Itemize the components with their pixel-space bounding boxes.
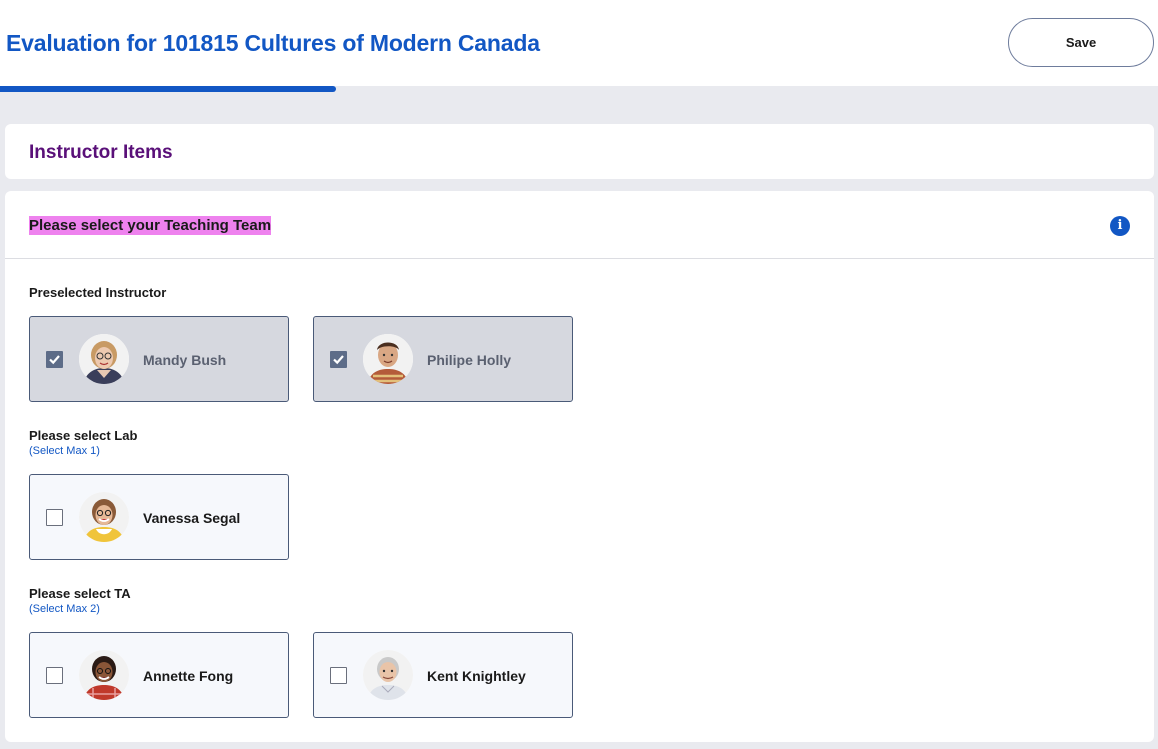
checkbox-checked[interactable] xyxy=(330,351,347,368)
person-name: Kent Knightley xyxy=(427,668,526,684)
person-name: Vanessa Segal xyxy=(143,510,241,526)
check-icon xyxy=(333,355,344,365)
page-header: Evaluation for 101815 Cultures of Modern… xyxy=(0,0,1158,86)
progress-bar xyxy=(0,86,1158,92)
group-hint-ta: (Select Max 2) xyxy=(29,603,100,615)
group-label-preselected-instructor: Preselected Instructor xyxy=(29,285,167,300)
check-icon xyxy=(49,355,60,365)
person-card-vanessa-segal[interactable]: Vanessa Segal xyxy=(29,474,289,560)
avatar xyxy=(363,650,413,700)
avatar xyxy=(79,650,129,700)
avatar xyxy=(363,334,413,384)
section-title: Instructor Items xyxy=(29,142,173,163)
person-name: Annette Fong xyxy=(143,668,234,684)
page-title: Evaluation for 101815 Cultures of Modern… xyxy=(6,30,540,56)
question-title: Please select your Teaching Team xyxy=(29,216,272,235)
divider xyxy=(5,258,1154,259)
group-label-ta: Please select TA xyxy=(29,586,131,601)
person-card-mandy-bush[interactable]: Mandy Bush xyxy=(29,316,289,402)
person-card-annette-fong[interactable]: Annette Fong xyxy=(29,632,289,718)
checkbox-unchecked[interactable] xyxy=(330,667,347,684)
person-card-philipe-holly[interactable]: Philipe Holly xyxy=(313,316,573,402)
checkbox-unchecked[interactable] xyxy=(46,509,63,526)
person-card-kent-knightley[interactable]: Kent Knightley xyxy=(313,632,573,718)
person-name: Philipe Holly xyxy=(427,352,512,368)
group-hint-lab: (Select Max 1) xyxy=(29,445,100,457)
avatar xyxy=(79,334,129,384)
person-name: Mandy Bush xyxy=(143,352,227,368)
checkbox-unchecked[interactable] xyxy=(46,667,63,684)
avatar xyxy=(79,492,129,542)
progress-bar-fill xyxy=(0,86,336,92)
section-header-card: Instructor Items xyxy=(5,124,1154,179)
group-label-lab: Please select Lab xyxy=(29,428,138,443)
info-icon[interactable]: i xyxy=(1110,216,1130,236)
checkbox-checked[interactable] xyxy=(46,351,63,368)
teaching-team-card: Please select your Teaching Team i Prese… xyxy=(5,191,1154,742)
save-button[interactable]: Save xyxy=(1008,18,1154,67)
